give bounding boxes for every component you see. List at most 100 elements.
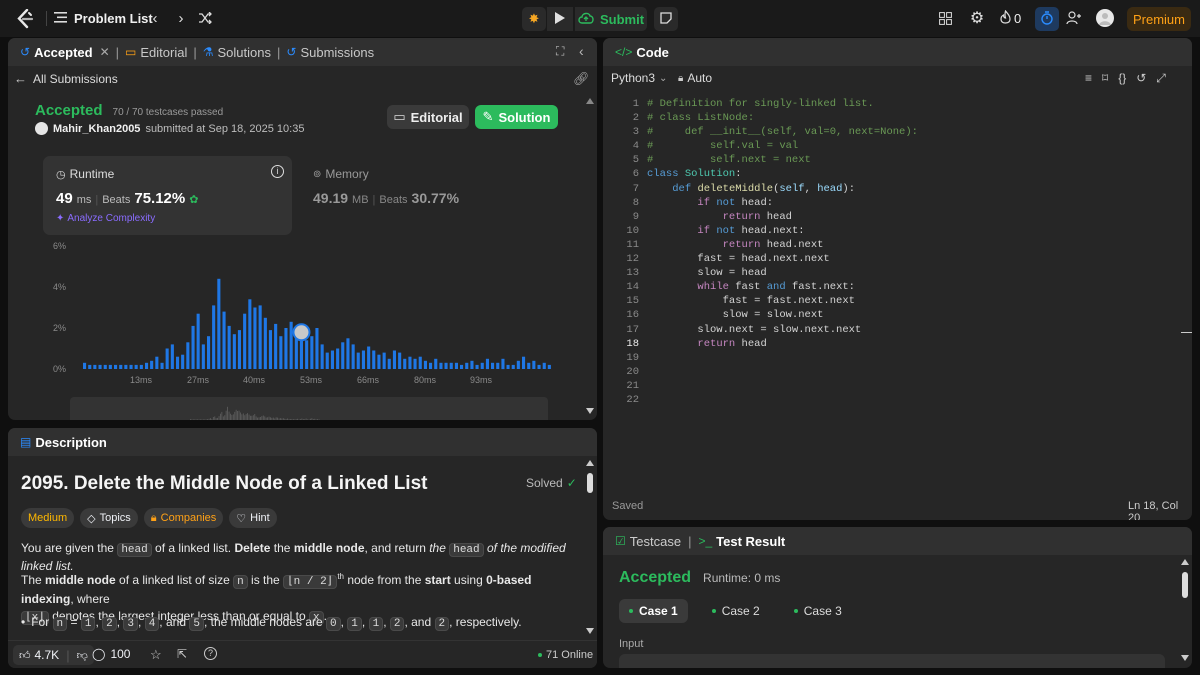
submit-button[interactable]: Submit bbox=[575, 7, 647, 31]
chart-bar[interactable] bbox=[299, 340, 303, 369]
chart-bar[interactable] bbox=[243, 313, 247, 369]
tab-solutions[interactable]: ⚗ Solutions bbox=[199, 45, 275, 60]
chart-bar[interactable] bbox=[263, 317, 267, 370]
chart-bar[interactable] bbox=[460, 364, 464, 369]
chart-bar[interactable] bbox=[217, 278, 221, 369]
chart-bar[interactable] bbox=[506, 364, 510, 369]
chart-bar[interactable] bbox=[274, 323, 278, 369]
all-submissions-link[interactable]: ← All Submissions bbox=[14, 71, 118, 86]
chart-bar[interactable] bbox=[124, 364, 128, 369]
case-tab-1[interactable]: Case 1 bbox=[619, 599, 688, 623]
fullscreen-icon[interactable]: ⤢ bbox=[1156, 71, 1166, 86]
chart-bar[interactable] bbox=[398, 352, 402, 369]
chart-bar[interactable] bbox=[114, 364, 118, 369]
memory-header[interactable]: ⊚ Memory bbox=[313, 167, 369, 181]
chart-bar[interactable] bbox=[356, 352, 360, 369]
chart-bar[interactable] bbox=[491, 362, 495, 369]
chart-bar[interactable] bbox=[103, 364, 107, 369]
thumbs-down-icon[interactable]: 👎︎ bbox=[77, 649, 88, 662]
chart-bar[interactable] bbox=[434, 358, 438, 370]
chart-bar[interactable] bbox=[119, 364, 123, 369]
chart-bar[interactable] bbox=[547, 364, 551, 369]
add-friend-icon[interactable] bbox=[1064, 9, 1084, 27]
like-button[interactable]: 👍︎ 4.7K | 👎︎ bbox=[13, 645, 94, 665]
chart-bar[interactable] bbox=[444, 362, 448, 369]
chart-bar[interactable] bbox=[150, 360, 154, 369]
chart-bar[interactable] bbox=[108, 364, 112, 369]
close-icon[interactable]: ✕ bbox=[100, 45, 110, 59]
chart-bar[interactable] bbox=[289, 321, 293, 369]
problem-title[interactable]: 2095. Delete the Middle Node of a Linked… bbox=[21, 473, 427, 495]
chart-bar[interactable] bbox=[532, 360, 536, 369]
editorial-button[interactable]: ▭ Editorial bbox=[387, 105, 469, 129]
runtime-card[interactable]: ◷ Runtime i 49 ms | Beats 75.12% ✿ ✦ Ana… bbox=[43, 156, 292, 235]
chart-bar[interactable] bbox=[449, 362, 453, 369]
chart-bar[interactable] bbox=[522, 356, 526, 369]
chart-bar[interactable] bbox=[336, 348, 340, 370]
settings-gear-icon[interactable]: ⚙ bbox=[968, 8, 986, 28]
chart-bar[interactable] bbox=[480, 362, 484, 369]
chart-bar[interactable] bbox=[222, 311, 226, 369]
chart-bar[interactable] bbox=[93, 364, 97, 369]
chart-bar[interactable] bbox=[542, 362, 546, 369]
braces-icon[interactable]: {} bbox=[1118, 71, 1126, 86]
hint-tag[interactable]: ♡ Hint bbox=[229, 508, 277, 528]
chart-bar[interactable] bbox=[325, 352, 329, 369]
tab-test-result[interactable]: >_ Test Result bbox=[694, 534, 789, 549]
topics-tag[interactable]: ◇ Topics bbox=[80, 508, 138, 528]
reset-icon[interactable]: ↺ bbox=[1136, 71, 1146, 86]
chart-bar[interactable] bbox=[516, 360, 520, 369]
chart-bar[interactable] bbox=[201, 344, 205, 369]
help-icon[interactable]: ? bbox=[204, 647, 217, 660]
chart-bar[interactable] bbox=[310, 336, 314, 369]
chart-bar[interactable] bbox=[134, 364, 138, 369]
leetcode-logo-icon[interactable] bbox=[15, 9, 35, 29]
collapse-left-icon[interactable]: ‹ bbox=[579, 43, 584, 59]
chart-bar[interactable] bbox=[392, 350, 396, 370]
notes-button[interactable] bbox=[654, 7, 678, 31]
solution-button[interactable]: ✎ Solution bbox=[475, 105, 558, 129]
chart-bar[interactable] bbox=[470, 360, 474, 369]
timer-button[interactable] bbox=[1035, 7, 1059, 31]
chart-bar[interactable] bbox=[98, 364, 102, 369]
prev-problem-icon[interactable]: ‹ bbox=[147, 8, 163, 28]
scrollbar-thumb[interactable] bbox=[1182, 572, 1188, 598]
tab-submissions[interactable]: ↺ Submissions bbox=[282, 45, 378, 60]
chart-range-slider[interactable] bbox=[70, 397, 548, 420]
tab-code[interactable]: </> Code bbox=[611, 45, 673, 60]
bookmark-icon[interactable]: ⌑ bbox=[1102, 71, 1108, 86]
chart-bar[interactable] bbox=[527, 362, 531, 369]
scroll-up-icon[interactable] bbox=[586, 98, 594, 104]
run-button[interactable] bbox=[547, 7, 573, 31]
chart-bar[interactable] bbox=[253, 307, 257, 370]
chart-bar[interactable] bbox=[191, 325, 195, 369]
tab-accepted[interactable]: ↺ Accepted ✕ bbox=[16, 45, 114, 60]
chart-bar[interactable] bbox=[83, 362, 87, 369]
chart-bar[interactable] bbox=[511, 364, 515, 369]
chart-bar[interactable] bbox=[403, 358, 407, 370]
chart-bar[interactable] bbox=[346, 338, 350, 370]
case-tab-3[interactable]: Case 3 bbox=[784, 599, 852, 623]
premium-button[interactable]: Premium bbox=[1127, 7, 1191, 31]
star-icon[interactable]: ☆ bbox=[150, 647, 162, 663]
analyze-complexity-link[interactable]: ✦ Analyze Complexity bbox=[56, 213, 155, 224]
chart-bar[interactable] bbox=[413, 358, 417, 370]
chart-bar[interactable] bbox=[320, 344, 324, 369]
input-box[interactable] bbox=[619, 654, 1165, 668]
chart-bar[interactable] bbox=[382, 352, 386, 369]
chart-bar[interactable] bbox=[485, 358, 489, 370]
debug-button[interactable]: ✸ bbox=[522, 7, 546, 31]
layout-icon[interactable] bbox=[936, 9, 954, 27]
language-select[interactable]: Python3 ⌄ bbox=[611, 71, 667, 85]
chart-bar[interactable] bbox=[429, 362, 433, 369]
chart-bar[interactable] bbox=[160, 362, 164, 369]
chart-bar[interactable] bbox=[475, 364, 479, 369]
info-icon[interactable]: i bbox=[271, 165, 284, 178]
scrollbar-thumb[interactable] bbox=[587, 473, 593, 493]
chart-bar[interactable] bbox=[129, 364, 133, 369]
chart-bar[interactable] bbox=[361, 350, 365, 370]
chart-bar[interactable] bbox=[176, 356, 180, 369]
chart-bar[interactable] bbox=[165, 348, 169, 370]
chart-bar[interactable] bbox=[351, 344, 355, 369]
tab-description[interactable]: ▤ Description bbox=[16, 435, 111, 450]
